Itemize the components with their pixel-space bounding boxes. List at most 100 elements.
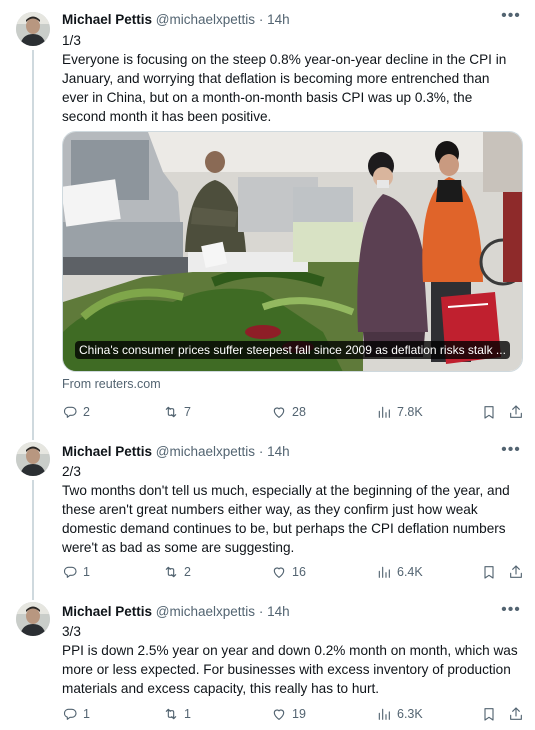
bookmark-icon [481,564,497,580]
views-button[interactable]: 6.4K [376,562,423,582]
reply-count: 2 [83,405,90,419]
retweet-button[interactable]: 1 [163,704,191,724]
bookmark-icon [481,706,497,722]
text-line: domestic demand continues to be, but per… [62,521,506,536]
separator: · [258,444,264,459]
thread-connector [32,480,34,592]
like-count: 16 [292,565,306,579]
separator: · [258,604,264,619]
reply-icon [62,404,78,420]
like-button[interactable]: 16 [271,562,306,582]
views-button[interactable]: 7.8K [376,402,423,422]
tweet-actions: 1 1 19 6.3K [62,704,521,724]
text-line: these aren't great numbers either way, a… [62,502,478,517]
text-line: materials and excess capacity, this real… [62,681,380,696]
retweet-count: 2 [184,565,191,579]
thread-connector [32,592,34,600]
separator: · [258,12,264,27]
heart-icon [271,706,287,722]
avatar[interactable] [16,602,50,636]
views-chart-icon [376,564,392,580]
tweet-actions: 1 2 16 6.4K [62,562,521,582]
bookmark-icon [481,404,497,420]
bookmark-button[interactable] [481,562,497,582]
reply-icon [62,564,78,580]
views-count: 6.4K [397,565,423,579]
views-count: 6.3K [397,707,423,721]
tweet-actions: 2 7 28 7.8K [62,402,521,422]
author-name[interactable]: Michael Pettis [62,12,152,27]
heart-icon [271,564,287,580]
retweet-button[interactable]: 2 [163,562,191,582]
author-name[interactable]: Michael Pettis [62,444,152,459]
like-button[interactable]: 19 [271,704,306,724]
tweet-text: 1/3 Everyone is focusing on the steep 0.… [62,31,519,126]
views-button[interactable]: 6.3K [376,704,423,724]
avatar[interactable] [16,12,50,46]
views-chart-icon [376,404,392,420]
thread-connector [32,432,34,440]
bookmark-button[interactable] [481,704,497,724]
card-image [63,132,522,371]
timestamp[interactable]: 14h [267,12,290,27]
retweet-icon [163,404,179,420]
text-line: ever in China, but on a month-on-month b… [62,90,473,105]
share-icon [508,404,524,420]
share-button[interactable] [508,704,524,724]
timestamp[interactable]: 14h [267,604,290,619]
reply-button[interactable]: 1 [62,562,90,582]
tweet-header: Michael Pettis @michaelxpettis · 14h [62,443,521,461]
author-handle[interactable]: @michaelxpettis [156,604,255,619]
views-chart-icon [376,706,392,722]
text-line: January, and worrying that deflation is … [62,71,490,86]
retweet-count: 1 [184,707,191,721]
like-button[interactable]: 28 [271,402,306,422]
share-icon [508,706,524,722]
tweet-header: Michael Pettis @michaelxpettis · 14h [62,11,521,29]
avatar[interactable] [16,442,50,476]
share-icon [508,564,524,580]
timestamp[interactable]: 14h [267,444,290,459]
tweet-2[interactable]: Michael Pettis @michaelxpettis · 14h •••… [0,432,535,592]
reply-button[interactable]: 1 [62,704,90,724]
heart-icon [271,404,287,420]
tweet-header: Michael Pettis @michaelxpettis · 14h [62,603,521,621]
thread-index: 3/3 [62,624,81,639]
retweet-icon [163,564,179,580]
link-card[interactable]: China's consumer prices suffer steepest … [62,131,523,372]
author-handle[interactable]: @michaelxpettis [156,12,255,27]
like-count: 19 [292,707,306,721]
reply-icon [62,706,78,722]
share-button[interactable] [508,562,524,582]
reply-button[interactable]: 2 [62,402,90,422]
thread-index: 2/3 [62,464,81,479]
like-count: 28 [292,405,306,419]
share-button[interactable] [508,402,524,422]
text-line: Two months don't tell us much, especiall… [62,483,510,498]
tweet-text: 3/3 PPI is down 2.5% year on year and do… [62,622,519,698]
text-line: PPI is down 2.5% year on year and down 0… [62,643,518,658]
views-count: 7.8K [397,405,423,419]
reply-count: 1 [83,707,90,721]
card-title[interactable]: China's consumer prices suffer steepest … [75,341,510,359]
tweet-1[interactable]: Michael Pettis @michaelxpettis · 14h •••… [0,0,535,432]
thread-index: 1/3 [62,33,81,48]
card-source[interactable]: From reuters.com [62,377,161,391]
tweet-text: 2/3 Two months don't tell us much, espec… [62,462,519,557]
reply-count: 1 [83,565,90,579]
text-line: Everyone is focusing on the steep 0.8% y… [62,52,507,67]
text-line: second month it has been positive. [62,109,272,124]
bookmark-button[interactable] [481,402,497,422]
author-name[interactable]: Michael Pettis [62,604,152,619]
retweet-button[interactable]: 7 [163,402,191,422]
thread-connector [32,50,34,432]
retweet-icon [163,706,179,722]
text-line: were't as bad as some are suggesting. [62,540,295,555]
tweet-3[interactable]: Michael Pettis @michaelxpettis · 14h •••… [0,592,535,730]
more-horizontal-icon[interactable]: ••• [499,6,523,26]
more-horizontal-icon[interactable]: ••• [499,600,523,620]
author-handle[interactable]: @michaelxpettis [156,444,255,459]
text-line: more or less expected. For businesses wi… [62,662,511,677]
more-horizontal-icon[interactable]: ••• [499,440,523,460]
retweet-count: 7 [184,405,191,419]
